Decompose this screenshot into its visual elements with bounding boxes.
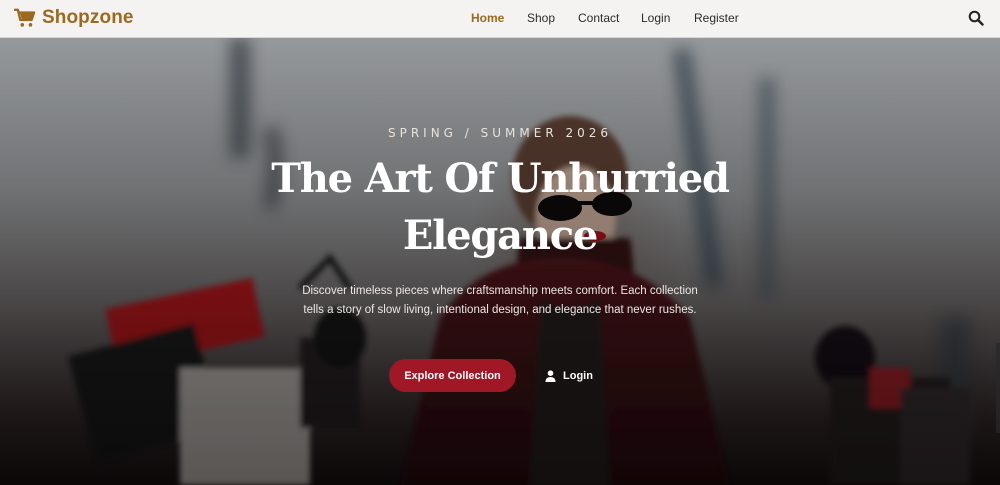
- hero-headline-line1: The Art Of Unhurried: [271, 155, 730, 202]
- search-icon[interactable]: [968, 10, 984, 26]
- nav-link-login[interactable]: Login: [641, 11, 670, 25]
- main-nav: Home Shop Contact Login Register: [0, 0, 1000, 38]
- hero-headline-line2: Elegance: [402, 212, 599, 259]
- nav-link-home[interactable]: Home: [471, 11, 504, 25]
- navbar: Shopzone Home Shop Contact Login Registe…: [0, 0, 1000, 38]
- hero-eyebrow: SPRING / SUMMER 2026: [387, 126, 613, 140]
- hero-section: SPRING / SUMMER 2026 The Art Of Unhurrie…: [0, 38, 1000, 485]
- hero-description: Discover timeless pieces where craftsman…: [302, 285, 698, 316]
- explore-collection-button[interactable]: Explore Collection: [389, 359, 516, 392]
- nav-link-register[interactable]: Register: [694, 11, 739, 25]
- hero-headline: The Art Of Unhurried Elegance: [250, 150, 750, 264]
- hero-login-button[interactable]: Login: [545, 366, 593, 386]
- hero-login-label: Login: [563, 370, 593, 382]
- nav-link-contact[interactable]: Contact: [578, 11, 619, 25]
- scrollbar[interactable]: [996, 343, 1000, 433]
- user-icon: [545, 370, 556, 382]
- nav-link-shop[interactable]: Shop: [527, 11, 555, 25]
